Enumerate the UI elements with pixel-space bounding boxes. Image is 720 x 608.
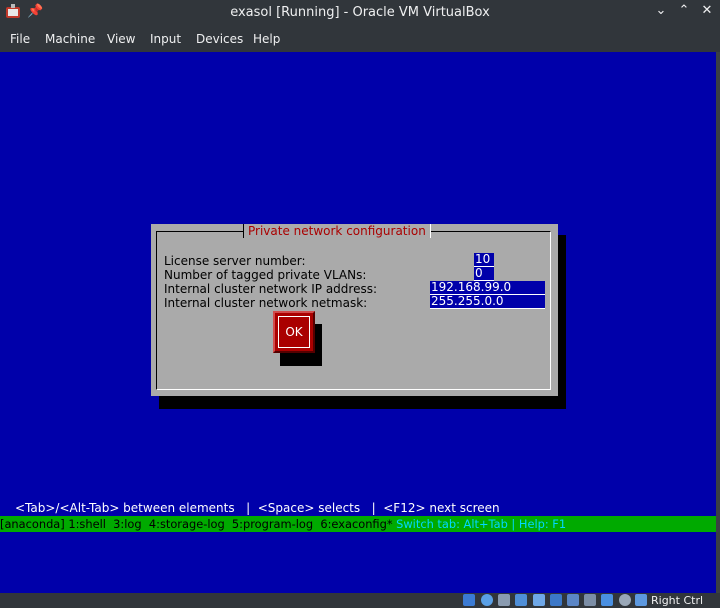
menu-view[interactable]: View [107,32,135,46]
recording-icon[interactable] [567,594,579,606]
tagged-vlans-field[interactable]: 0 [474,267,494,281]
tmux-status-bar: [anaconda] 1:shell 3:log 4:storage-log 5… [0,516,716,532]
usb-icon[interactable] [498,594,510,606]
chevron-up-icon[interactable]: ⌃ [675,3,693,18]
scrollbar[interactable] [716,52,720,593]
network-config-dialog: Private network configuration License se… [151,224,558,396]
tmux-hint: Switch tab: Alt+Tab | Help: F1 [392,517,567,531]
ok-button[interactable]: OK [273,311,315,353]
cluster-netmask-field[interactable]: 255.255.0.0 [430,295,545,309]
arrow-icon[interactable] [619,594,631,606]
window-title: exasol [Running] - Oracle VM VirtualBox [230,5,490,20]
tagged-vlans-label: Number of tagged private VLANs: [164,268,367,282]
cluster-netmask-label: Internal cluster network netmask: [164,296,368,310]
ok-button-label: OK [285,325,303,339]
vm-statusbar: Right Ctrl [0,593,720,608]
optical-icon[interactable] [481,594,493,606]
host-key-label: Right Ctrl [651,594,704,607]
cluster-ip-label: Internal cluster network IP address: [164,282,378,296]
tmux-window-list[interactable]: [anaconda] 1:shell 3:log 4:storage-log 5… [0,517,393,531]
menubar: File Machine View Input Devices Help [0,26,720,52]
menu-input[interactable]: Input [150,32,181,46]
keyboard-icon[interactable] [635,594,647,606]
cpu-icon[interactable] [584,594,596,606]
menu-help[interactable]: Help [253,32,280,46]
display-icon[interactable] [550,594,562,606]
license-server-label: License server number: [164,254,306,268]
network-icon[interactable] [515,594,527,606]
help-line: <Tab>/<Alt-Tab> between elements | <Spac… [15,501,500,515]
shared-folder-icon[interactable] [533,594,545,606]
menu-machine[interactable]: Machine [45,32,95,46]
window-titlebar: 📌 exasol [Running] - Oracle VM VirtualBo… [0,0,720,26]
cluster-ip-field[interactable]: 192.168.99.0 [430,281,545,295]
dialog-title: Private network configuration [243,224,431,238]
menu-devices[interactable]: Devices [196,32,243,46]
hdd-icon[interactable] [463,594,475,606]
license-server-field[interactable]: 10 [474,253,494,267]
menu-file[interactable]: File [10,32,30,46]
mouse-icon[interactable] [601,594,613,606]
close-icon[interactable]: ✕ [698,3,716,18]
chevron-down-icon[interactable]: ⌄ [652,3,670,18]
